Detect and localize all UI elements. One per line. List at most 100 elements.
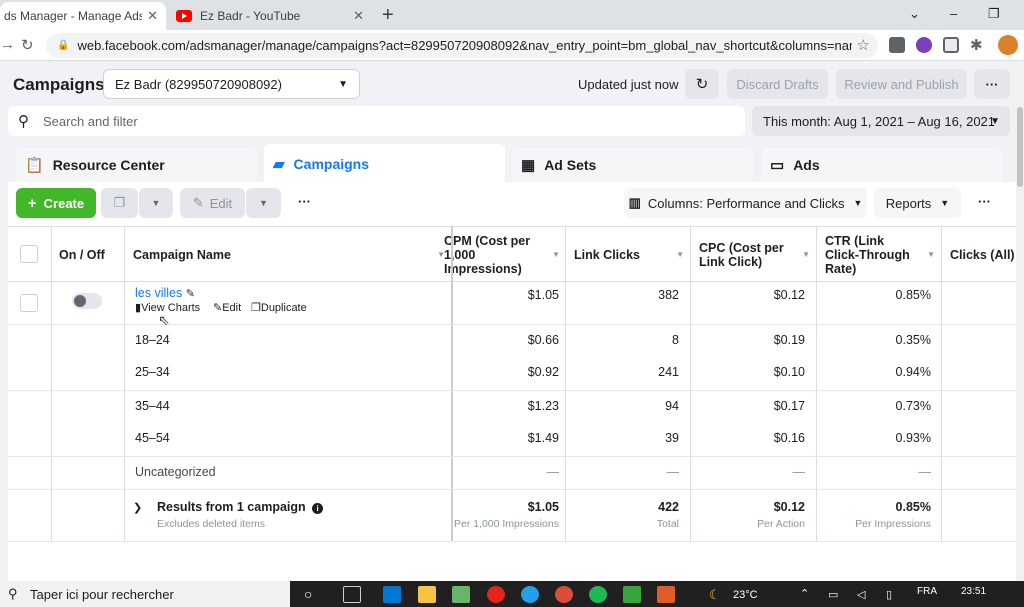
- table-more-button[interactable]: ···: [978, 194, 991, 209]
- tab-search-icon[interactable]: ⌄: [909, 6, 920, 22]
- column-ctr[interactable]: CTR (Link Click-Through Rate) ▼: [825, 227, 941, 282]
- youtube-icon: [176, 10, 192, 22]
- sort-icon: ▼: [927, 249, 935, 259]
- edit-dropdown[interactable]: ▼: [246, 188, 281, 218]
- duplicate-link[interactable]: ❐Duplicate: [251, 301, 307, 314]
- puzzle-icon[interactable]: ✱: [970, 36, 983, 54]
- tab-ad-sets[interactable]: ▦ Ad Sets: [512, 148, 753, 182]
- table-row[interactable]: 35–44 $1.23 94 $0.17 0.73%: [8, 391, 1016, 424]
- expand-chevron-icon[interactable]: ❯: [133, 501, 142, 514]
- close-icon[interactable]: ✕: [353, 8, 364, 24]
- cortana-icon[interactable]: ○: [304, 586, 312, 602]
- tab-campaigns[interactable]: ▰ Campaigns: [264, 144, 505, 184]
- taskbar-search[interactable]: ⚲ Taper ici pour rechercher: [0, 581, 290, 607]
- app-icon[interactable]: [623, 586, 641, 603]
- update-status: Updated just now: [578, 77, 679, 92]
- caret-down-icon: ▼: [940, 198, 950, 208]
- column-clicks-all[interactable]: Clicks (All): [950, 227, 1016, 282]
- more-actions-button[interactable]: ···: [298, 194, 311, 209]
- table-row[interactable]: 18–24 $0.66 8 $0.19 0.35%: [8, 325, 1016, 358]
- windows-taskbar: ⚲ Taper ici pour rechercher ○ ☾ 23°C ⌃ ▭…: [0, 581, 1024, 607]
- columns-dropdown[interactable]: ▥ Columns: Performance and Clicks ▼: [624, 188, 867, 218]
- duplicate-button[interactable]: ❐: [101, 188, 138, 218]
- table-header: On / Off Campaign Name ▼ CPM (Cost per 1…: [8, 226, 1016, 282]
- search-filter-bar[interactable]: ⚲ Search and filter: [8, 106, 745, 136]
- search-icon: ⚲: [8, 586, 18, 601]
- more-options-button[interactable]: ···: [974, 69, 1010, 99]
- pencil-icon[interactable]: ✎: [186, 288, 195, 300]
- table-row[interactable]: 25–34 $0.92 241 $0.10 0.94%: [8, 358, 1016, 391]
- edit-link[interactable]: ✎Edit: [213, 301, 241, 314]
- edit-label: Edit: [209, 195, 233, 211]
- profile-avatar[interactable]: [998, 35, 1018, 55]
- plus-icon: +: [27, 194, 37, 212]
- row-checkbox[interactable]: [20, 294, 38, 312]
- duplicate-dropdown[interactable]: ▼: [139, 188, 173, 218]
- campaign-name-link[interactable]: les villes ✎: [135, 286, 195, 300]
- mail-icon[interactable]: [383, 586, 401, 603]
- vertical-scrollbar[interactable]: [1016, 61, 1024, 581]
- app-icon[interactable]: [657, 586, 675, 603]
- battery-icon[interactable]: ▯: [886, 588, 892, 601]
- edit-label: Edit: [222, 302, 242, 314]
- table-row[interactable]: les villes ✎ ▮View Charts ✎Edit ❐Duplica…: [8, 282, 1016, 328]
- grid-icon: ▦: [521, 157, 536, 174]
- info-icon[interactable]: i: [312, 503, 324, 514]
- task-view-icon[interactable]: [343, 586, 361, 603]
- browser-tab-youtube[interactable]: Ez Badr - YouTube ✕: [170, 2, 372, 30]
- reports-dropdown[interactable]: Reports ▼: [874, 188, 961, 218]
- tab-resource-center[interactable]: 📋 Resource Center: [16, 148, 257, 182]
- table-row[interactable]: Uncategorized — — — —: [8, 457, 1016, 490]
- refresh-button[interactable]: ↻: [685, 69, 719, 99]
- date-range-picker[interactable]: This month: Aug 1, 2021 – Aug 16, 2021 ▼: [752, 106, 1010, 136]
- chrome-icon[interactable]: [555, 586, 573, 603]
- maximize-icon[interactable]: ❐: [988, 6, 1000, 22]
- table-row[interactable]: 45–54 $1.49 39 $0.16 0.93%: [8, 424, 1016, 457]
- edit-button[interactable]: ✎ Edit: [180, 188, 245, 218]
- ctr-value: 0.35%: [895, 333, 931, 347]
- system-tray-icon[interactable]: ⌃: [800, 587, 809, 600]
- extension-icon[interactable]: [916, 37, 932, 53]
- forward-icon[interactable]: →: [0, 36, 15, 53]
- file-explorer-icon[interactable]: [418, 586, 436, 603]
- column-label: Link Clicks: [574, 247, 640, 262]
- select-all-checkbox[interactable]: [20, 245, 38, 263]
- total-link-clicks-sub: Total: [656, 518, 679, 530]
- new-tab-icon[interactable]: +: [382, 4, 394, 27]
- column-label: CPC (Cost per Link Click): [699, 240, 784, 269]
- input-language[interactable]: FRA: [917, 586, 937, 597]
- reload-icon[interactable]: ↻: [21, 36, 34, 54]
- sort-icon: ▼: [802, 249, 810, 259]
- totals-row: ❯ Results from 1 campaign i Excludes del…: [8, 490, 1016, 542]
- edge-icon[interactable]: [521, 586, 539, 603]
- network-icon[interactable]: ▭: [828, 588, 838, 601]
- link-clicks-value: 94: [665, 399, 679, 413]
- bookmark-star-icon[interactable]: ☆: [857, 36, 870, 54]
- tab-ads[interactable]: ▭ Ads: [761, 148, 1002, 182]
- url-field[interactable]: 🔒 web.facebook.com/adsmanager/manage/cam…: [46, 33, 878, 58]
- create-label: Create: [43, 195, 85, 211]
- store-icon[interactable]: [452, 586, 470, 603]
- campaign-toggle[interactable]: [72, 293, 102, 309]
- column-cpc[interactable]: CPC (Cost per Link Click) ▼: [699, 227, 816, 282]
- column-cpm[interactable]: CPM (Cost per 1,000 Impressions) ▼: [444, 227, 566, 282]
- minimize-icon[interactable]: –: [950, 6, 957, 21]
- cpc-value: $0.19: [773, 333, 805, 347]
- total-cpm: $1.05: [527, 500, 559, 514]
- column-onoff[interactable]: On / Off: [59, 227, 125, 282]
- browser-tab-ads-manager[interactable]: ds Manager - Manage Ads - Ca ✕: [0, 2, 166, 30]
- discard-drafts-button[interactable]: Discard Drafts: [727, 69, 828, 99]
- close-icon[interactable]: ✕: [147, 8, 158, 24]
- review-publish-button[interactable]: Review and Publish: [836, 69, 967, 99]
- column-link-clicks[interactable]: Link Clicks ▼: [574, 227, 690, 282]
- column-campaign-name[interactable]: Campaign Name ▼: [133, 227, 451, 282]
- spotify-icon[interactable]: [589, 586, 607, 603]
- create-button[interactable]: + Create: [16, 188, 96, 218]
- opera-icon[interactable]: [487, 586, 505, 603]
- volume-icon[interactable]: ◁: [857, 588, 865, 601]
- extension-icon[interactable]: [943, 37, 959, 53]
- scrollbar-thumb[interactable]: [1017, 107, 1023, 187]
- extension-icon[interactable]: [889, 37, 905, 53]
- clock-time[interactable]: 23:51: [961, 586, 986, 597]
- account-selector[interactable]: Ez Badr (829950720908092) ▼: [103, 69, 360, 99]
